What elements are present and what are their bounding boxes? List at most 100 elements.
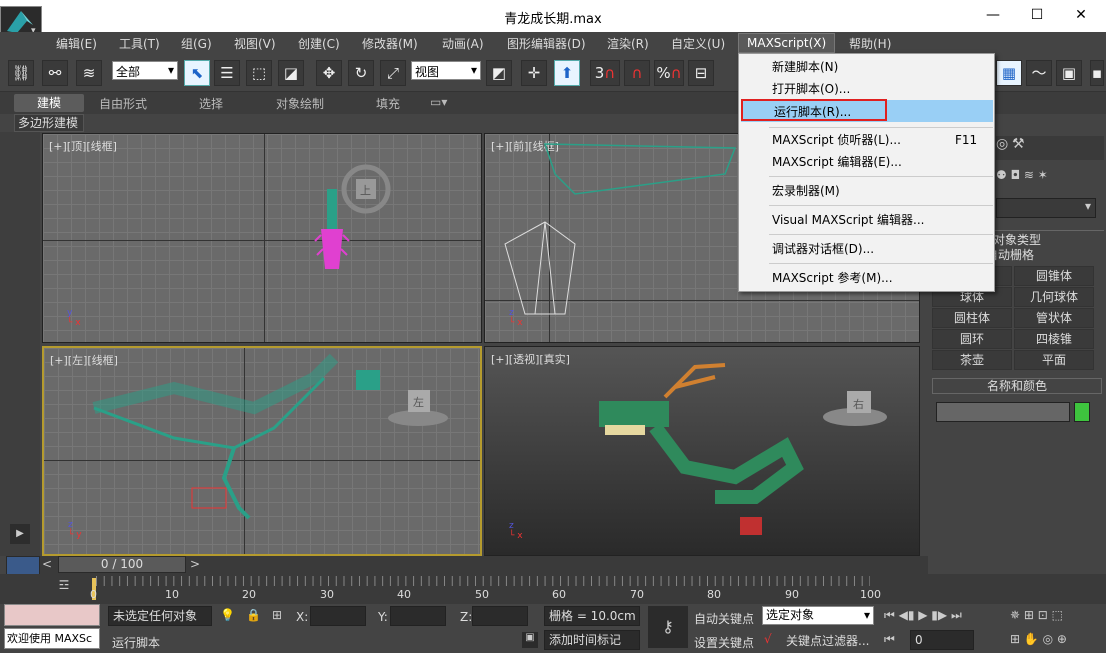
viewport-top[interactable]: [+][顶][线框] 上 y └ x <box>42 133 482 343</box>
object-color-swatch[interactable] <box>1074 402 1090 422</box>
chevron-down-icon[interactable]: ▾ <box>996 198 1096 218</box>
window-crossing-icon[interactable]: ◪ <box>278 60 304 86</box>
next-frame-icon[interactable]: > <box>190 557 200 571</box>
key-selection-dropdown[interactable]: 选定对象 ▾ <box>762 606 874 625</box>
primitive-pyramid-button[interactable]: 四棱锥 <box>1014 329 1094 349</box>
playback-controls[interactable]: ⏮ ◀▮ ▶ ▮▶ ⏭ <box>884 608 962 623</box>
viewport-perspective[interactable]: [+][透视][真实] 右 z └ x <box>484 346 920 556</box>
curve-editor-icon[interactable]: ☲ <box>52 578 76 600</box>
primitive-plane-button[interactable]: 平面 <box>1014 350 1094 370</box>
maxscript-mini-listener-white[interactable]: 欢迎使用 MAXSc <box>4 628 100 649</box>
move-icon[interactable]: ✥ <box>316 60 342 86</box>
viewcube-icon[interactable]: 右 <box>815 377 905 437</box>
menu-customize[interactable]: 自定义(U) <box>671 35 725 52</box>
selection-filter-dropdown[interactable]: 全部 ▾ <box>112 61 178 80</box>
lock-icon[interactable]: 🔒 <box>246 608 261 622</box>
display-tab-icon[interactable]: ◎ <box>996 136 1008 152</box>
angle-snap-icon[interactable]: ∩ <box>624 60 650 86</box>
menu-help[interactable]: 帮助(H) <box>849 35 891 52</box>
ribbon-options-icon[interactable]: ▭▾ <box>430 95 447 109</box>
ribbon-tab-populate[interactable]: 填充 <box>376 95 400 112</box>
menu-view[interactable]: 视图(V) <box>234 35 276 52</box>
scale-icon[interactable]: ⤢ <box>380 60 406 86</box>
viewport-left[interactable]: [+][左][线框] 左 z └ y <box>42 346 482 556</box>
menu-item-run-script[interactable]: 运行脚本(R)... <box>741 99 887 121</box>
absolute-mode-icon[interactable]: ⊞ <box>272 608 282 622</box>
menu-modifiers[interactable]: 修改器(M) <box>362 35 418 52</box>
menu-edit[interactable]: 编辑(E) <box>56 35 97 52</box>
add-time-tag-icon[interactable]: ▣ <box>522 632 538 648</box>
menu-graph-editors[interactable]: 图形编辑器(D) <box>507 35 586 52</box>
menu-item-maxscript-editor[interactable]: MAXScript 编辑器(E)... <box>739 151 994 173</box>
rectangular-selection-icon[interactable]: ⬚ <box>246 60 272 86</box>
ribbon-tab-modeling[interactable]: 建模 <box>14 94 84 112</box>
primitive-tube-button[interactable]: 管状体 <box>1014 308 1094 328</box>
toolbar-overflow-icon[interactable]: ▪ <box>1090 60 1104 86</box>
render-production-icon[interactable]: ▣ <box>1056 60 1082 86</box>
bind-space-warp-icon[interactable]: ≋ <box>76 60 102 86</box>
menu-rendering[interactable]: 渲染(R) <box>607 35 649 52</box>
set-key-icon[interactable]: ⚷ <box>648 606 688 648</box>
menu-maxscript[interactable]: MAXScript(X) <box>738 33 836 53</box>
key-filters-button[interactable]: 关键点过滤器... <box>786 632 869 649</box>
rendered-frame-icon[interactable]: 〜 <box>1026 60 1052 86</box>
command-panel-tabs[interactable]: ◎ ⚒ <box>996 136 1104 160</box>
ribbon-tab-freeform[interactable]: 自由形式 <box>99 95 147 112</box>
primitive-cylinder-button[interactable]: 圆柱体 <box>932 308 1012 328</box>
select-by-name-icon[interactable]: ☰ <box>214 60 240 86</box>
menu-animation[interactable]: 动画(A) <box>442 35 484 52</box>
ribbon-panel-polygon-modeling[interactable]: 多边形建模 <box>14 114 84 132</box>
nav-controls-bottom[interactable]: ⊞ ✋ ◎ ⊕ <box>1010 632 1067 646</box>
menu-item-macro-recorder[interactable]: 宏录制器(M) <box>739 180 994 202</box>
link-icon[interactable]: ⛓ <box>8 60 34 86</box>
menu-item-visual-maxscript[interactable]: Visual MAXScript 编辑器... <box>739 209 994 231</box>
unlink-icon[interactable]: ⚯ <box>42 60 68 86</box>
menu-item-debugger[interactable]: 调试器对话框(D)... <box>739 238 994 260</box>
maxscript-mini-listener-pink[interactable] <box>4 604 100 626</box>
menu-item-maxscript-reference[interactable]: MAXScript 参考(M)... <box>739 267 994 289</box>
current-frame-field[interactable]: 0 <box>910 630 974 650</box>
select-manipulate-icon[interactable]: ✛ <box>521 60 547 86</box>
primitive-cone-button[interactable]: 圆锥体 <box>1014 266 1094 286</box>
primitive-geosphere-button[interactable]: 几何球体 <box>1014 287 1094 307</box>
z-coordinate-field[interactable] <box>472 606 528 626</box>
close-button[interactable]: ✕ <box>1066 4 1096 26</box>
snaps-toggle-icon[interactable]: 3∩ <box>590 60 620 86</box>
create-category-icons[interactable]: ⚉ ◘ ≋ ✶ <box>996 168 1104 188</box>
prev-frame-icon[interactable]: < <box>42 557 52 571</box>
primitive-teapot-button[interactable]: 茶壶 <box>932 350 1012 370</box>
ribbon-tab-object-paint[interactable]: 对象绘制 <box>276 95 324 112</box>
object-name-input[interactable] <box>936 402 1070 422</box>
play-icon[interactable]: ▶ <box>10 524 30 544</box>
spinner-snap-icon[interactable]: ⊟ <box>688 60 714 86</box>
menu-item-new-script[interactable]: 新建脚本(N) <box>739 56 994 78</box>
nav-controls-top[interactable]: ✵ ⊞ ⊡ ⬚ <box>1010 608 1063 622</box>
time-slider[interactable]: < 0 / 100 > <box>40 556 928 574</box>
add-time-tag-button[interactable]: 添加时间标记 <box>544 630 640 650</box>
x-coordinate-field[interactable] <box>310 606 366 626</box>
y-coordinate-field[interactable] <box>390 606 446 626</box>
set-key-mode-button[interactable]: 设置关键点 <box>694 634 754 651</box>
ribbon-tab-selection[interactable]: 选择 <box>199 95 223 112</box>
auto-key-button[interactable]: 自动关键点 <box>694 610 754 627</box>
time-slider-thumb[interactable]: 0 / 100 <box>58 556 186 573</box>
viewport-label[interactable]: [+][透视][真实] <box>491 351 570 367</box>
menu-group[interactable]: 组(G) <box>181 35 212 52</box>
name-color-rollout[interactable]: 名称和颜色 <box>932 378 1102 394</box>
maximize-button[interactable]: ☐ <box>1022 4 1052 26</box>
reference-coord-dropdown[interactable]: 视图 ▾ <box>411 61 481 80</box>
select-object-icon[interactable]: ⬉ <box>184 60 210 86</box>
utilities-tab-icon[interactable]: ⚒ <box>1012 136 1025 152</box>
minimize-button[interactable]: — <box>978 4 1008 26</box>
isolate-icon[interactable]: 💡 <box>220 608 235 622</box>
menu-tools[interactable]: 工具(T) <box>119 35 160 52</box>
menu-item-open-script[interactable]: 打开脚本(O)... <box>739 78 994 100</box>
menu-item-maxscript-listener[interactable]: MAXScript 侦听器(L)... F11 <box>739 129 994 151</box>
render-setup-icon[interactable]: ▦ <box>996 60 1022 86</box>
menu-create[interactable]: 创建(C) <box>298 35 340 52</box>
rotate-icon[interactable]: ↻ <box>348 60 374 86</box>
pivot-center-icon[interactable]: ◩ <box>486 60 512 86</box>
go-to-start-icon[interactable]: ⏮ <box>884 632 895 647</box>
track-bar[interactable]: ☲ 0 10 20 30 40 50 60 70 80 90 100 <box>0 574 1106 604</box>
percent-snap-icon[interactable]: %∩ <box>654 60 684 86</box>
